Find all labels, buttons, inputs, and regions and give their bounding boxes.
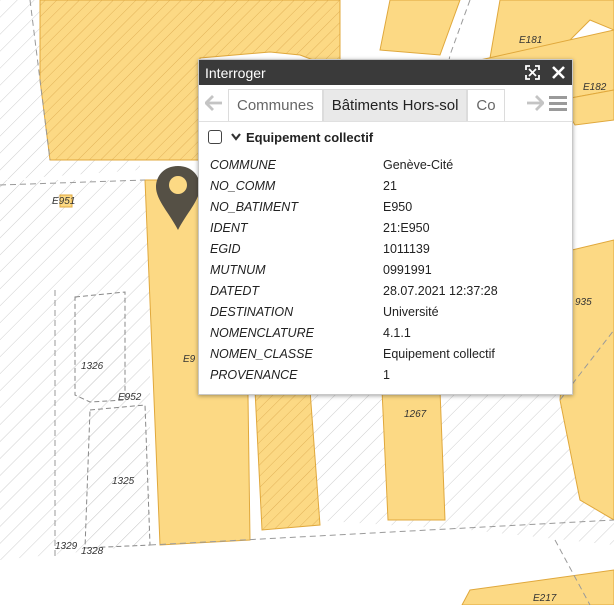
attribute-value: 1011139 [383, 241, 430, 256]
building-hatched [254, 389, 321, 531]
attribute-value: 1 [383, 367, 390, 382]
attribute-row: NO_BATIMENT E950 [199, 196, 572, 217]
attribute-row: PROVENANCE 1 [199, 364, 572, 385]
attribute-value: 0991991 [383, 262, 432, 277]
chevron-down-icon[interactable] [230, 131, 242, 143]
attribute-key: EGID [210, 241, 241, 256]
attribute-value: Equipement collectif [383, 346, 495, 361]
attribute-key: COMMUNE [210, 157, 276, 172]
attribute-row: NOMEN_CLASSE Equipement collectif [199, 343, 572, 364]
attribute-value: Université [383, 304, 439, 319]
attribute-key: IDENT [210, 220, 248, 235]
expand-icon[interactable] [524, 65, 540, 81]
parcel-1326 [74, 291, 126, 403]
attribute-value: 21:E950 [383, 220, 430, 235]
attribute-row: DESTINATION Université [199, 301, 572, 322]
map-label-1326: 1326 [81, 361, 104, 372]
arrow-right-icon[interactable] [524, 85, 546, 121]
tab-batiments-hors-sol[interactable]: Bâtiments Hors-sol [322, 89, 468, 121]
section-checkbox[interactable] [208, 130, 222, 144]
attribute-row: DATEDT 28.07.2021 12:37:28 [199, 280, 572, 301]
attribute-row: COMMUNE Genève-Cité [199, 154, 572, 175]
map-label-e181: E181 [519, 35, 543, 46]
map-label-e952: E952 [118, 392, 142, 403]
tab-communes[interactable]: Communes [228, 89, 323, 121]
popup-header[interactable]: Interroger [199, 60, 572, 85]
map-label-1267: 1267 [404, 409, 427, 420]
identify-popup: Interroger Communes Bâtiments Hors-sol C… [198, 59, 573, 395]
attribute-value: 21 [383, 178, 397, 193]
attribute-key: PROVENANCE [210, 367, 298, 382]
map-label-e217: E217 [533, 593, 557, 604]
attribute-row: NO_COMM 21 [199, 175, 572, 196]
map-label-935: 935 [575, 297, 592, 308]
section-header: Equipement collectif [199, 124, 572, 150]
attribute-value: E950 [383, 199, 413, 214]
attribute-value: Genève-Cité [383, 157, 454, 172]
attribute-row: EGID 1011139 [199, 238, 572, 259]
tabs-bar: Communes Bâtiments Hors-sol Co [199, 85, 572, 122]
popup-title: Interroger [205, 64, 266, 81]
attribute-row: NOMENCLATURE 4.1.1 [199, 322, 572, 343]
attribute-row: IDENT 21:E950 [199, 217, 572, 238]
map-label-1329: 1329 [55, 541, 78, 552]
section-title[interactable]: Equipement collectif [246, 130, 373, 145]
attribute-key: NOMENCLATURE [210, 325, 314, 340]
attribute-key: NOMEN_CLASSE [210, 346, 313, 361]
attribute-row: MUTNUM 0991991 [199, 259, 572, 280]
map-label-1325: 1325 [112, 476, 135, 487]
attribute-key: DESTINATION [210, 304, 294, 319]
map-label-e182: E182 [583, 82, 607, 93]
attribute-table: COMMUNE Genève-Cité NO_COMM 21 NO_BATIMENT… [199, 154, 572, 385]
close-icon[interactable] [550, 65, 566, 81]
hamburger-menu-icon[interactable] [548, 85, 568, 121]
tab-co[interactable]: Co [467, 89, 505, 121]
tabs-viewport: Communes Bâtiments Hors-sol Co [228, 85, 520, 121]
map-label-1328: 1328 [81, 546, 104, 557]
attribute-key: NO_COMM [210, 178, 276, 193]
attribute-key: NO_BATIMENT [210, 199, 298, 214]
attribute-key: DATEDT [210, 283, 260, 298]
attribute-value: 4.1.1 [383, 325, 411, 340]
arrow-left-icon[interactable] [203, 85, 225, 121]
attribute-value: 28.07.2021 12:37:28 [383, 283, 498, 298]
attribute-key: MUTNUM [210, 262, 266, 277]
map-label-e9: E9 [183, 354, 196, 365]
map-label-e951: E951 [52, 196, 76, 207]
